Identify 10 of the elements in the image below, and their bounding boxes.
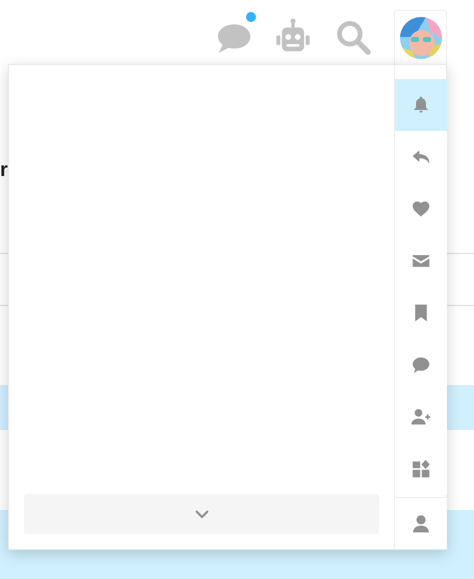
page-heading: r — [0, 160, 9, 180]
widgets-icon — [411, 459, 431, 479]
menu-tab[interactable] — [395, 497, 447, 549]
menu-tab[interactable] — [395, 79, 447, 131]
chat-bubble-icon — [411, 355, 431, 375]
add-user-icon — [411, 407, 431, 427]
search-icon — [334, 18, 372, 56]
user-icon — [411, 514, 431, 534]
heart-icon — [411, 199, 431, 219]
avatar-button[interactable] — [394, 10, 447, 64]
